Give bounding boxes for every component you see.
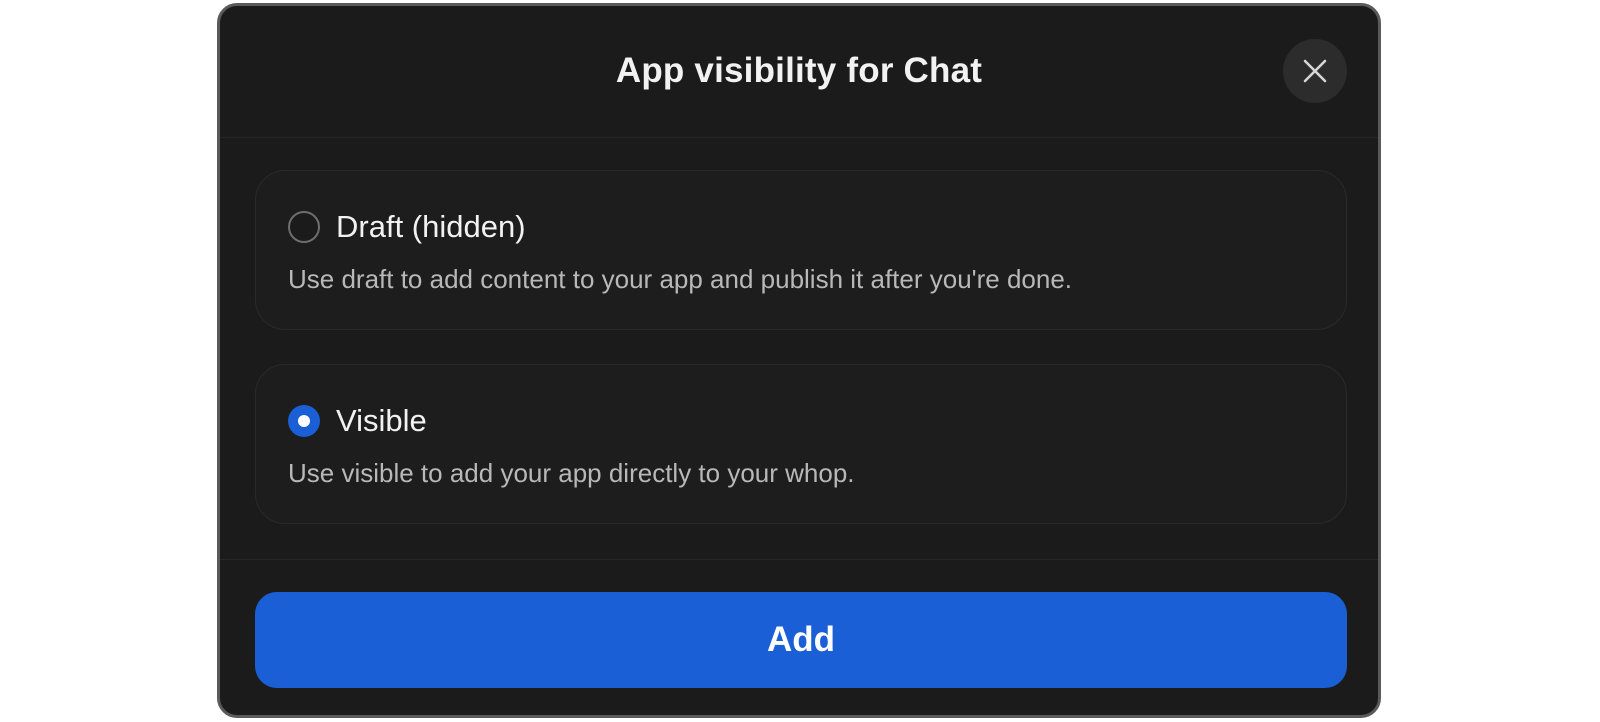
dialog-title: App visibility for Chat <box>615 51 983 90</box>
draft-label: Draft (hidden) <box>336 209 526 244</box>
close-button[interactable] <box>1283 39 1347 103</box>
visible-description: Use visible to add your app directly to … <box>288 458 855 488</box>
draft-description: Use draft to add content to your app and… <box>288 264 1073 294</box>
footer-divider <box>220 559 1378 560</box>
option-visible[interactable]: Visible Use visible to add your app dire… <box>255 364 1347 524</box>
dialog-header: App visibility for Chat <box>220 6 1378 138</box>
add-button[interactable]: Add <box>255 592 1347 688</box>
close-icon <box>1303 59 1327 83</box>
visibility-dialog: App visibility for Chat Draft (hidden) U… <box>217 3 1381 718</box>
draft-radio[interactable] <box>288 211 320 243</box>
visible-label: Visible <box>336 403 427 438</box>
visible-radio[interactable] <box>288 405 320 437</box>
option-draft[interactable]: Draft (hidden) Use draft to add content … <box>255 170 1347 330</box>
radio-dot <box>298 415 310 427</box>
